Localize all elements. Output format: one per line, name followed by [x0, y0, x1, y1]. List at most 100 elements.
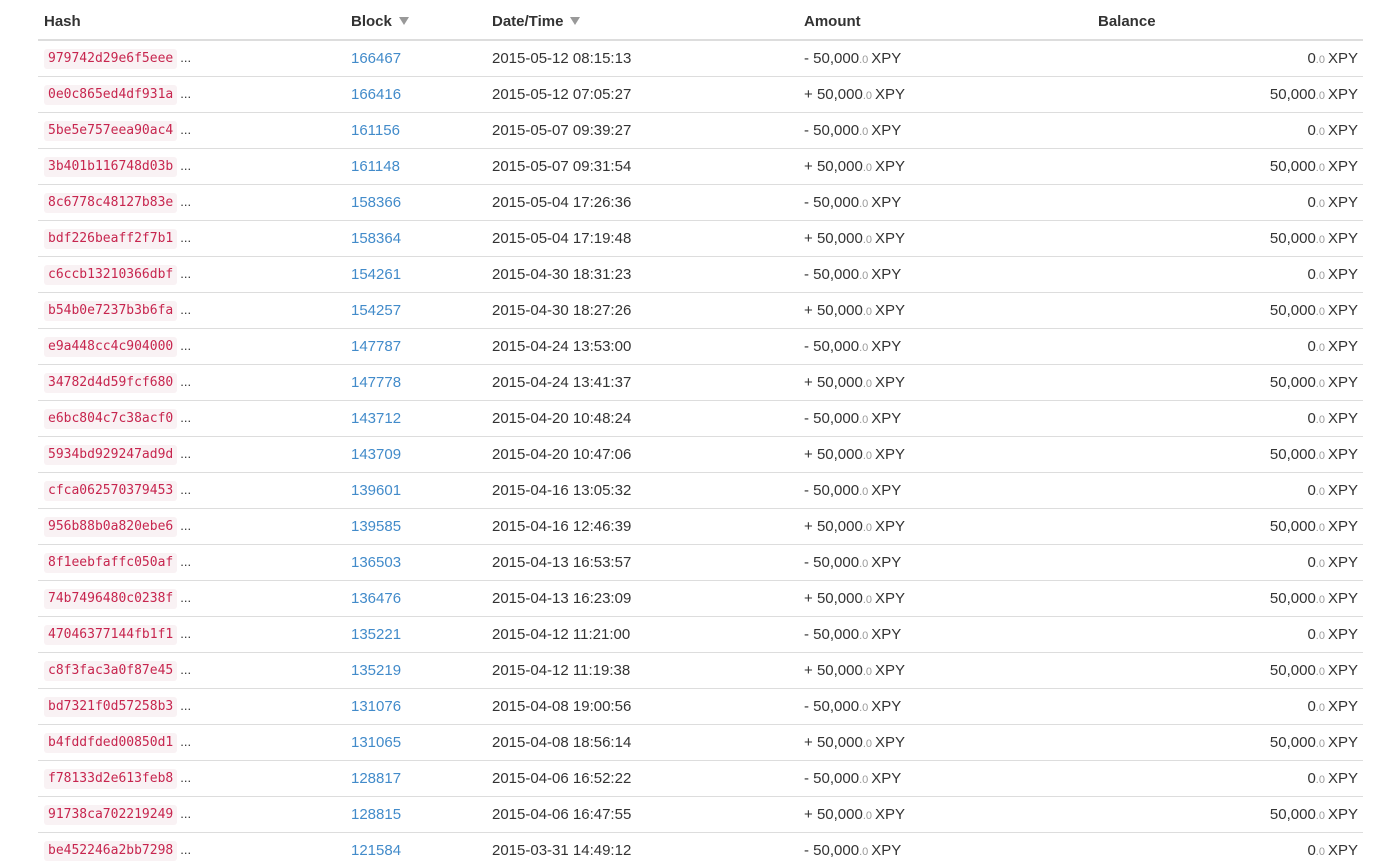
block-link[interactable]: 161156 [351, 122, 400, 139]
hash-cell: c8f3fac3a0f87e45... [38, 652, 345, 689]
tx-hash-link[interactable]: 979742d29e6f5eee [44, 48, 178, 69]
tx-hash-link[interactable]: be452246a2bb7298 [44, 840, 178, 861]
table-row: e9a448cc4c904000... 147787 2015-04-24 13:5… [38, 328, 1363, 365]
amount-integer: 50,000 [816, 590, 863, 607]
balance-currency: XPY [1327, 734, 1358, 751]
tx-hash-link[interactable]: 47046377144fb1f1 [44, 624, 178, 645]
tx-hash-link[interactable]: c6ccb13210366dbf [44, 264, 178, 285]
block-cell: 158366 [345, 184, 486, 221]
datetime-cell: 2015-04-24 13:53:00 [486, 328, 798, 365]
amount-cell: + 50,000.0 XPY [798, 364, 1098, 401]
block-link[interactable]: 128815 [351, 806, 401, 823]
header-datetime-label: Date/Time [492, 13, 564, 30]
amount-integer: 50,000 [813, 266, 860, 283]
tx-hash-link[interactable]: 74b7496480c0238f [44, 588, 178, 609]
block-link[interactable]: 139585 [351, 518, 401, 535]
amount-sign: + [804, 590, 813, 607]
block-link[interactable]: 154261 [351, 266, 401, 283]
table-row: bd7321f0d57258b3... 131076 2015-04-08 19:0… [38, 688, 1363, 725]
block-link[interactable]: 158364 [351, 230, 401, 247]
header-block[interactable]: Block [345, 4, 486, 41]
block-link[interactable]: 161148 [351, 158, 400, 175]
block-link[interactable]: 128817 [351, 770, 401, 787]
amount-cell: - 50,000.0 XPY [798, 472, 1098, 509]
amount-currency: XPY [871, 626, 902, 643]
tx-hash-link[interactable]: b54b0e7237b3b6fa [44, 300, 178, 321]
balance-integer: 50,000 [1269, 158, 1316, 175]
block-link[interactable]: 143712 [351, 410, 401, 427]
header-datetime[interactable]: Date/Time [486, 4, 798, 41]
tx-hash-link[interactable]: c8f3fac3a0f87e45 [44, 660, 178, 681]
tx-hash-link[interactable]: 34782d4d59fcf680 [44, 372, 178, 393]
block-link[interactable]: 136503 [351, 554, 401, 571]
amount-currency: XPY [871, 194, 902, 211]
block-link[interactable]: 131076 [351, 698, 401, 715]
tx-hash-link[interactable]: 8c6778c48127b83e [44, 192, 178, 213]
hash-ellipsis: ... [180, 229, 192, 245]
tx-hash-link[interactable]: bd7321f0d57258b3 [44, 696, 178, 717]
sort-down-icon[interactable] [398, 17, 409, 26]
tx-hash-link[interactable]: 5934bd929247ad9d [44, 444, 178, 465]
balance-currency: XPY [1327, 698, 1358, 715]
tx-hash-link[interactable]: 956b88b0a820ebe6 [44, 516, 178, 537]
amount-integer: 50,000 [816, 446, 863, 463]
block-cell: 158364 [345, 220, 486, 257]
balance-currency: XPY [1327, 482, 1358, 499]
amount-decimal: .0 [859, 630, 869, 642]
tx-hash-link[interactable]: bdf226beaff2f7b1 [44, 228, 178, 249]
block-cell: 135221 [345, 616, 486, 653]
block-link[interactable]: 135221 [351, 626, 401, 643]
block-link[interactable]: 121584 [351, 842, 401, 859]
block-link[interactable]: 131065 [351, 734, 401, 751]
block-link[interactable]: 135219 [351, 662, 401, 679]
balance-currency: XPY [1327, 86, 1358, 103]
amount-currency: XPY [875, 662, 906, 679]
block-link[interactable]: 166416 [351, 86, 401, 103]
tx-hash-link[interactable]: 3b401b116748d03b [44, 156, 178, 177]
block-link[interactable]: 147778 [351, 374, 401, 391]
block-link[interactable]: 166467 [351, 50, 401, 67]
tx-hash-link[interactable]: f78133d2e613feb8 [44, 768, 178, 789]
hash-cell: 3b401b116748d03b... [38, 148, 345, 185]
datetime-cell: 2015-04-06 16:52:22 [486, 760, 798, 797]
balance-integer: 0 [1307, 338, 1316, 355]
block-cell: 161156 [345, 112, 486, 149]
hash-ellipsis: ... [180, 517, 192, 533]
amount-currency: XPY [875, 806, 906, 823]
datetime-cell: 2015-05-04 17:26:36 [486, 184, 798, 221]
block-cell: 131076 [345, 688, 486, 725]
balance-decimal: .0 [1315, 774, 1325, 786]
amount-integer: 50,000 [813, 842, 860, 859]
amount-currency: XPY [871, 770, 902, 787]
tx-hash-link[interactable]: e9a448cc4c904000 [44, 336, 178, 357]
sort-down-icon[interactable] [570, 17, 581, 26]
block-link[interactable]: 136476 [351, 590, 401, 607]
tx-hash-link[interactable]: 8f1eebfaffc050af [44, 552, 178, 573]
block-link[interactable]: 147787 [351, 338, 401, 355]
block-cell: 166416 [345, 76, 486, 113]
amount-decimal: .0 [859, 54, 869, 66]
balance-integer: 50,000 [1269, 374, 1316, 391]
amount-sign: + [804, 518, 813, 535]
block-link[interactable]: 158366 [351, 194, 401, 211]
amount-decimal: .0 [859, 270, 869, 282]
hash-cell: 74b7496480c0238f... [38, 580, 345, 617]
tx-hash-link[interactable]: 0e0c865ed4df931a [44, 84, 178, 105]
block-link[interactable]: 139601 [351, 482, 401, 499]
tx-hash-link[interactable]: b4fddfded00850d1 [44, 732, 178, 753]
tx-hash-link[interactable]: cfca062570379453 [44, 480, 178, 501]
tx-hash-link[interactable]: 91738ca702219249 [44, 804, 178, 825]
balance-integer: 0 [1307, 194, 1316, 211]
hash-ellipsis: ... [180, 265, 192, 281]
amount-sign: + [804, 230, 813, 247]
amount-decimal: .0 [859, 486, 869, 498]
amount-currency: XPY [875, 374, 906, 391]
amount-integer: 50,000 [813, 194, 860, 211]
tx-hash-link[interactable]: 5be5e757eea90ac4 [44, 120, 178, 141]
block-link[interactable]: 154257 [351, 302, 401, 319]
balance-integer: 0 [1307, 770, 1316, 787]
block-cell: 147787 [345, 328, 486, 365]
tx-hash-link[interactable]: e6bc804c7c38acf0 [44, 408, 178, 429]
block-link[interactable]: 143709 [351, 446, 401, 463]
balance-integer: 50,000 [1269, 230, 1316, 247]
